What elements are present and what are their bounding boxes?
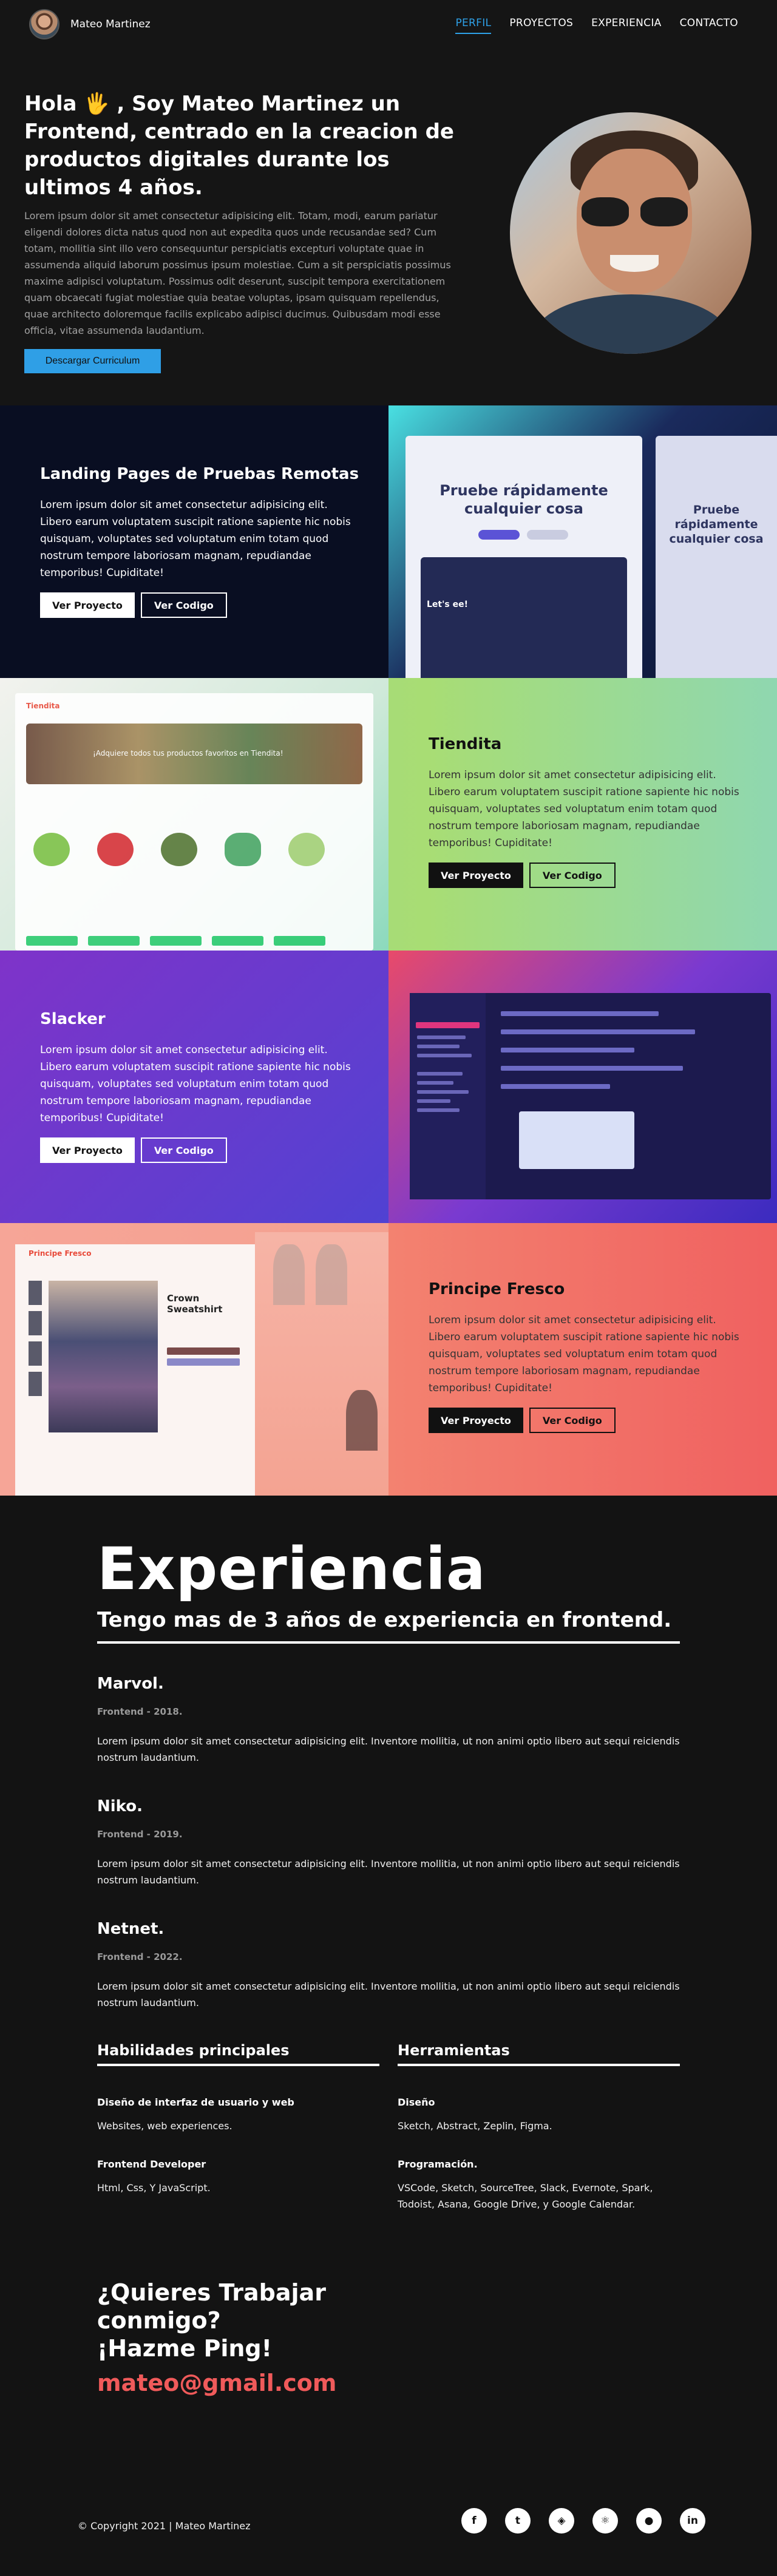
project-slacker: Slacker Lorem ipsum dolor sit amet conse… (0, 951, 777, 1223)
mock-logo: Principe Fresco (29, 1249, 92, 1258)
project-info: Landing Pages de Pruebas Remotas Lorem i… (40, 465, 362, 618)
contact-cta: ¿Quieres Trabajar conmigo? ¡Hazme Ping! … (97, 2279, 336, 2396)
project-screenshot: Principe Fresco Crown Sweatshirt (0, 1223, 388, 1496)
job-description: Lorem ipsum dolor sit amet consectetur a… (97, 1735, 680, 1763)
brand-name: Mateo Martinez (70, 18, 151, 30)
project-description: Lorem ipsum dolor sit amet consectetur a… (429, 769, 739, 849)
job-company: Niko. (97, 1797, 143, 1815)
mock-logo: Tiendita (26, 702, 60, 710)
mock-heading-secondary: Pruebe rápidamente cualquier cosa (669, 503, 764, 546)
job-role: Frontend - 2022. (97, 1951, 183, 1962)
skills-column: Habilidades principales Diseño de interf… (97, 2042, 379, 2220)
job-role: Frontend - 2019. (97, 1829, 183, 1840)
hero-title: Hola 🖐 , Soy Mateo Martinez un Frontend,… (24, 92, 454, 200)
nav-link-perfil[interactable]: PERFIL (455, 17, 492, 34)
view-project-button[interactable]: Ver Proyecto (429, 863, 523, 888)
job-description: Lorem ipsum dolor sit amet consectetur a… (97, 1858, 680, 1886)
nav-link-experiencia[interactable]: EXPERIENCIA (591, 17, 661, 34)
project-screenshot: Tiendita ¡Adquiere todos tus productos f… (0, 678, 388, 951)
tool-title: Diseño (398, 2096, 435, 2108)
job-description: Lorem ipsum dolor sit amet consectetur a… (97, 1981, 680, 2008)
react-icon[interactable]: ⚛ (592, 2508, 618, 2534)
project-description: Lorem ipsum dolor sit amet consectetur a… (429, 1314, 739, 1394)
download-cv-button[interactable]: Descargar Curriculum (24, 349, 161, 373)
view-code-button[interactable]: Ver Codigo (529, 1408, 616, 1433)
project-principe-fresco: Principe Fresco Crown Sweatshirt Princip… (0, 1223, 777, 1496)
view-project-button[interactable]: Ver Proyecto (40, 1137, 135, 1163)
nav-link-contacto[interactable]: CONTACTO (680, 17, 738, 34)
mock-heading: Pruebe rápidamente cualquier cosa (439, 482, 608, 517)
project-title: Principe Fresco (429, 1280, 565, 1298)
project-landing-pages: Landing Pages de Pruebas Remotas Lorem i… (0, 405, 777, 678)
cta-line-3: ¡Hazme Ping! (97, 2335, 272, 2362)
project-tiendita: Tiendita ¡Adquiere todos tus productos f… (0, 678, 777, 951)
skill-item: Diseño de interfaz de usuario y web Webs… (97, 2096, 379, 2134)
skills-heading: Habilidades principales (97, 2042, 379, 2066)
project-title: Tiendita (429, 735, 502, 753)
project-screenshot (388, 951, 777, 1223)
avatar (29, 9, 59, 39)
profile-photo (510, 112, 752, 354)
tool-item: Diseño Sketch, Abstract, Zeplin, Figma. (398, 2096, 680, 2134)
experience-heading: Experiencia (97, 1535, 486, 1603)
divider (97, 1641, 680, 1644)
job-entry: Niko. Frontend - 2019. Lorem ipsum dolor… (97, 1797, 680, 1888)
mock-banner: ¡Adquiere todos tus productos favoritos … (93, 749, 283, 758)
job-entry: Netnet. Frontend - 2022. Lorem ipsum dol… (97, 1920, 680, 2011)
tool-item: Programación. VSCode, Sketch, SourceTree… (398, 2158, 680, 2212)
project-info: Tiendita Lorem ipsum dolor sit amet cons… (429, 735, 750, 888)
project-title: Landing Pages de Pruebas Remotas (40, 465, 359, 483)
experience-section: Experiencia Tengo mas de 3 años de exper… (0, 1496, 777, 2396)
project-description: Lorem ipsum dolor sit amet consectetur a… (40, 1044, 351, 1124)
footer: © Copyright 2021 | Mateo Martinez f t ◈ … (0, 2470, 777, 2576)
mock-subheading: Let's ee! (427, 600, 468, 609)
project-title: Slacker (40, 1010, 106, 1028)
skill-title: Diseño de interfaz de usuario y web (97, 2096, 294, 2108)
hero-lead: Lorem ipsum dolor sit amet consectetur a… (24, 210, 451, 336)
top-nav: Mateo Martinez PERFIL PROYECTOS EXPERIEN… (0, 0, 777, 49)
codepen-icon[interactable]: ◈ (549, 2508, 574, 2534)
project-screenshot: Pruebe rápidamente cualquier cosa Let's … (388, 405, 777, 678)
experience-subheading: Tengo mas de 3 años de experiencia en fr… (97, 1608, 672, 1632)
job-company: Netnet. (97, 1920, 165, 1938)
project-info: Slacker Lorem ipsum dolor sit amet conse… (40, 1010, 362, 1163)
contact-email-link[interactable]: mateo@gmail.com (97, 2370, 336, 2396)
skill-item: Frontend Developer Html, Css, Y JavaScri… (97, 2158, 379, 2196)
social-links: f t ◈ ⚛ ● in (461, 2508, 705, 2534)
linkedin-icon[interactable]: in (680, 2508, 705, 2534)
view-code-button[interactable]: Ver Codigo (529, 863, 616, 888)
github-icon[interactable]: ● (636, 2508, 662, 2534)
job-company: Marvol. (97, 1675, 164, 1693)
tool-detail: Sketch, Abstract, Zeplin, Figma. (398, 2120, 552, 2132)
cta-line-1: ¿Quieres Trabajar (97, 2279, 326, 2306)
view-project-button[interactable]: Ver Proyecto (40, 592, 135, 618)
skill-detail: Html, Css, Y JavaScript. (97, 2182, 211, 2194)
tools-heading: Herramientas (398, 2042, 680, 2066)
cta-line-2: conmigo? (97, 2307, 221, 2334)
tool-title: Programación. (398, 2158, 478, 2170)
twitter-icon[interactable]: t (505, 2508, 531, 2534)
brand[interactable]: Mateo Martinez (29, 9, 151, 39)
view-project-button[interactable]: Ver Proyecto (429, 1408, 523, 1433)
view-code-button[interactable]: Ver Codigo (140, 592, 227, 618)
project-info: Principe Fresco Lorem ipsum dolor sit am… (429, 1280, 750, 1433)
facebook-icon[interactable]: f (461, 2508, 487, 2534)
job-entry: Marvol. Frontend - 2018. Lorem ipsum dol… (97, 1675, 680, 1766)
copyright: © Copyright 2021 | Mateo Martinez (78, 2520, 251, 2532)
hero-section: Hola 🖐 , Soy Mateo Martinez un Frontend,… (0, 49, 777, 405)
skill-title: Frontend Developer (97, 2158, 206, 2170)
job-role: Frontend - 2018. (97, 1706, 183, 1717)
view-code-button[interactable]: Ver Codigo (140, 1137, 227, 1163)
main-menu: PERFIL PROYECTOS EXPERIENCIA CONTACTO (455, 17, 738, 34)
tool-detail: VSCode, Sketch, SourceTree, Slack, Evern… (398, 2182, 653, 2210)
nav-link-proyectos[interactable]: PROYECTOS (509, 17, 573, 34)
skill-detail: Websites, web experiences. (97, 2120, 232, 2132)
mock-product: Crown Sweatshirt (167, 1293, 223, 1315)
project-description: Lorem ipsum dolor sit amet consectetur a… (40, 499, 351, 579)
tools-column: Herramientas Diseño Sketch, Abstract, Ze… (398, 2042, 680, 2237)
